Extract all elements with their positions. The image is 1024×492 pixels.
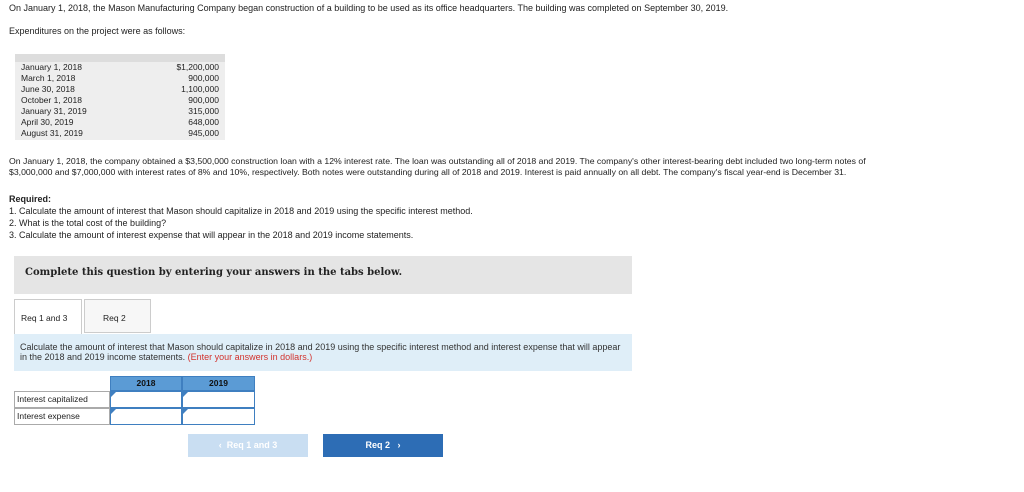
instruction-box: Calculate the amount of interest that Ma… — [14, 334, 632, 371]
expenditure-date: August 31, 2019 — [21, 128, 83, 138]
prev-button[interactable]: ‹ Req 1 and 3 — [188, 434, 308, 457]
required-item-3: 3. Calculate the amount of interest expe… — [9, 230, 414, 240]
table-row: January 1, 2018 $1,200,000 — [21, 62, 219, 73]
expenditure-date: January 1, 2018 — [21, 62, 82, 72]
next-button-label: Req 2 — [365, 440, 390, 450]
expenditure-amount: $1,200,000 — [176, 62, 219, 72]
tab-req-1-and-3[interactable]: Req 1 and 3 — [14, 299, 82, 334]
expenditure-amount: 945,000 — [188, 128, 219, 138]
expenditure-amount: 315,000 — [188, 106, 219, 116]
table-row: January 31, 2019 315,000 — [21, 106, 219, 117]
next-button[interactable]: Req 2 › — [323, 434, 443, 457]
instruction-hint: (Enter your answers in dollars.) — [187, 352, 313, 362]
loan-text-line2: $3,000,000 and $7,000,000 with interest … — [9, 167, 847, 177]
expenditure-amount: 648,000 — [188, 117, 219, 127]
complete-banner-text: Complete this question by entering your … — [25, 267, 403, 278]
row-label-interest-capitalized: Interest capitalized — [14, 391, 110, 408]
table-row: March 1, 2018 900,000 — [21, 73, 219, 84]
chevron-right-icon: › — [397, 440, 401, 450]
required-item-1: 1. Calculate the amount of interest that… — [9, 206, 473, 216]
column-header-2018: 2018 — [110, 376, 182, 391]
loan-text-line1: On January 1, 2018, the company obtained… — [9, 156, 866, 166]
required-heading: Required: — [9, 194, 52, 204]
expenditure-date: April 30, 2019 — [21, 117, 74, 127]
chevron-left-icon: ‹ — [218, 440, 222, 450]
expenditure-amount: 1,100,000 — [181, 84, 219, 94]
tab-label: Req 2 — [103, 313, 126, 323]
tab-req-2[interactable]: Req 2 — [84, 299, 151, 333]
instruction-body: Calculate the amount of interest that Ma… — [20, 342, 621, 362]
interest-capitalized-2019-input[interactable] — [182, 391, 255, 408]
expenditure-amount: 900,000 — [188, 95, 219, 105]
table-row: April 30, 2019 648,000 — [21, 117, 219, 128]
prev-button-label: Req 1 and 3 — [226, 440, 278, 450]
tab-label: Req 1 and 3 — [21, 313, 68, 323]
expenditure-date: October 1, 2018 — [21, 95, 82, 105]
table-row: October 1, 2018 900,000 — [21, 95, 219, 106]
expenditures-table: January 1, 2018 $1,200,000 March 1, 2018… — [15, 54, 225, 140]
expenditure-date: January 31, 2019 — [21, 106, 87, 116]
expenditure-date: March 1, 2018 — [21, 73, 76, 83]
row-label-interest-expense: Interest expense — [14, 408, 110, 425]
interest-expense-2018-input[interactable] — [110, 408, 182, 425]
column-header-2019: 2019 — [182, 376, 255, 391]
required-item-2: 2. What is the total cost of the buildin… — [9, 218, 167, 228]
interest-expense-2019-input[interactable] — [182, 408, 255, 425]
table-row: June 30, 2018 1,100,000 — [21, 84, 219, 95]
instruction-text: Calculate the amount of interest that Ma… — [20, 342, 626, 362]
interest-capitalized-2018-input[interactable] — [110, 391, 182, 408]
intro-text: On January 1, 2018, the Mason Manufactur… — [9, 3, 729, 13]
table-row: August 31, 2019 945,000 — [21, 128, 219, 139]
expenditures-label: Expenditures on the project were as foll… — [9, 26, 186, 36]
expenditure-date: June 30, 2018 — [21, 84, 75, 94]
expenditure-amount: 900,000 — [188, 73, 219, 83]
complete-banner: Complete this question by entering your … — [14, 256, 632, 294]
